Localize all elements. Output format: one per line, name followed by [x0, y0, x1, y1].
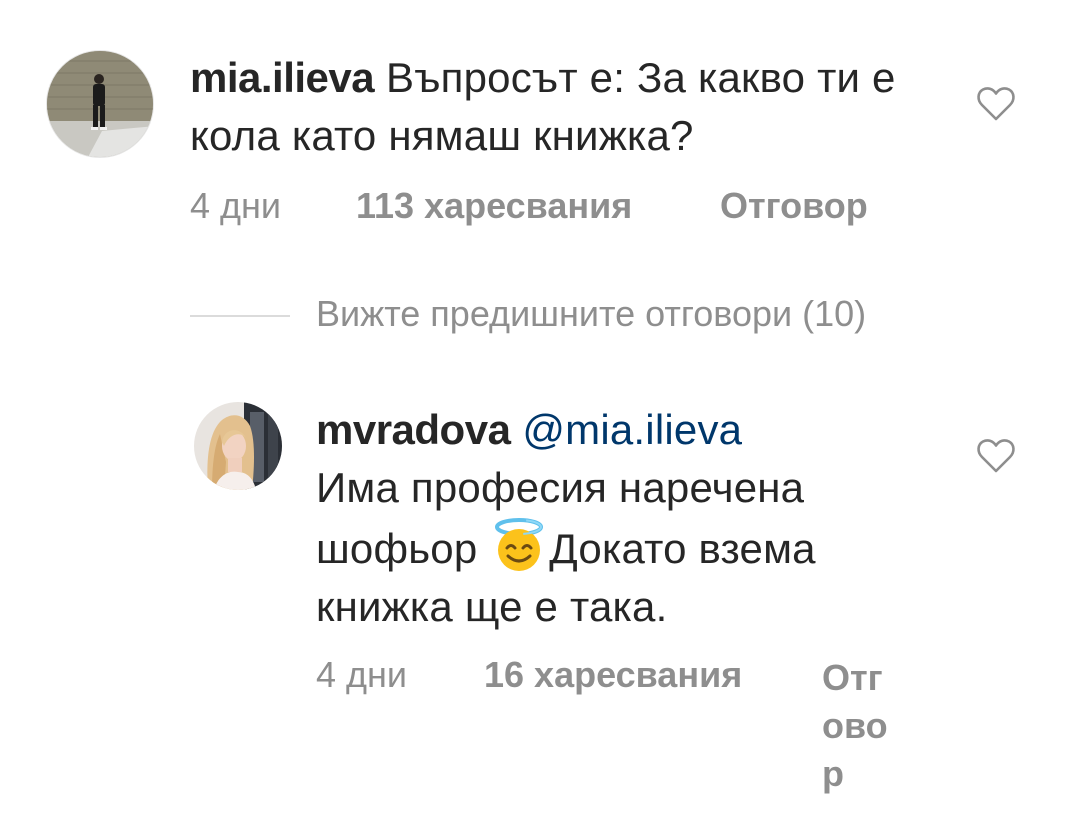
likes-count-label: 16 харесвания	[484, 654, 743, 695]
comment-timestamp: 4 дни	[190, 185, 282, 226]
reply-label: Отговор	[822, 657, 888, 794]
avatar-image	[194, 402, 282, 490]
heart-icon[interactable]	[976, 438, 1016, 474]
smiling-face-with-halo-emoji	[495, 518, 544, 571]
comment-body: mia.ilieva Въпросът е: За какво ти е кол…	[190, 49, 950, 165]
reply-label: Отговор	[720, 185, 868, 226]
comment-timestamp: 4 дни	[316, 654, 408, 695]
mention-link[interactable]: @mia.ilieva	[522, 406, 742, 453]
replies-divider	[190, 315, 290, 317]
comment-username[interactable]: mvradova	[316, 406, 511, 453]
avatar-mia-ilieva[interactable]	[46, 50, 154, 158]
comment-username[interactable]: mia.ilieva	[190, 54, 375, 101]
reply-body: mvradova @mia.ilieva Има професия нарече…	[316, 401, 916, 636]
view-previous-replies-button[interactable]: Вижте предишните отговори (10)	[316, 293, 866, 335]
likes-count-button[interactable]: 113 харесвания	[356, 185, 632, 227]
avatar-image	[47, 51, 153, 157]
likes-count-label: 113 харесвания	[356, 185, 633, 226]
avatar-mvradova[interactable]	[194, 402, 282, 490]
reply-button[interactable]: Отговор	[720, 185, 868, 227]
reply-button[interactable]: Отговор	[822, 654, 894, 798]
likes-count-button[interactable]: 16 харесвания	[484, 654, 742, 696]
heart-icon[interactable]	[976, 86, 1016, 122]
